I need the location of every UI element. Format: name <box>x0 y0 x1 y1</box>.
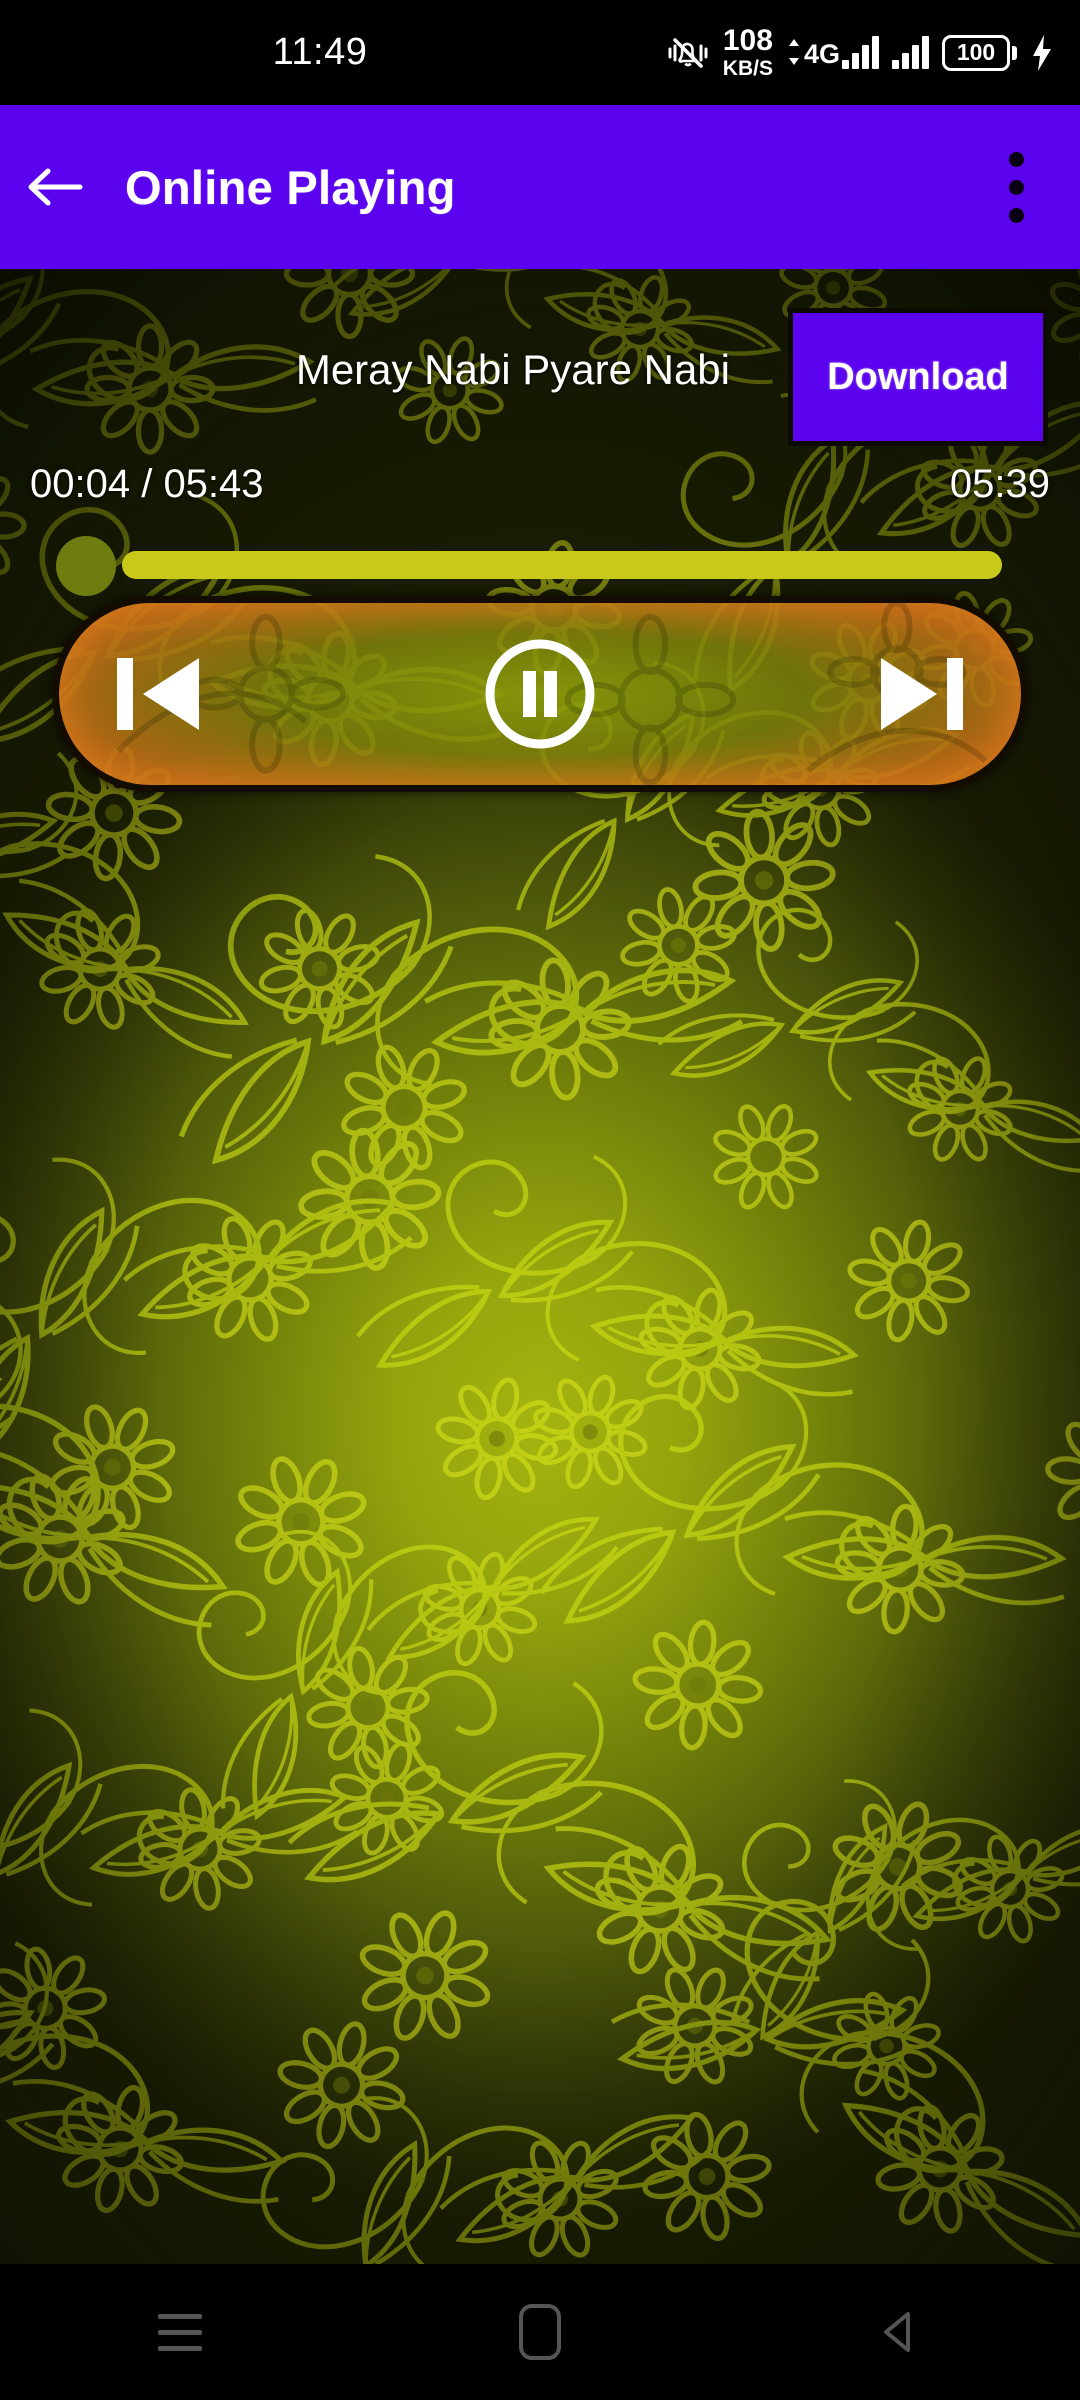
arrow-left-icon <box>28 168 83 206</box>
status-icons: 108 KB/S 4G 100 <box>666 0 1054 105</box>
app-bar: Online Playing <box>0 105 1080 269</box>
elapsed-duration-label: 00:04 / 05:43 <box>30 462 264 506</box>
download-button[interactable]: Download <box>788 308 1048 446</box>
seek-bar[interactable] <box>0 528 1080 600</box>
home-icon <box>519 2304 561 2360</box>
mobile-data-indicator: 4G <box>786 36 879 69</box>
time-labels: 00:04 / 05:43 05:39 <box>0 462 1080 522</box>
remaining-time-label: 05:39 <box>949 462 1050 506</box>
data-transfer-arrows-icon <box>786 37 802 67</box>
signal-bars-sim2-icon <box>892 36 929 69</box>
seek-track[interactable] <box>122 551 1002 579</box>
seek-thumb[interactable] <box>56 536 116 596</box>
battery-level-label: 100 <box>942 34 1010 71</box>
player-controls-panel <box>52 596 1028 792</box>
overflow-menu-button[interactable] <box>976 105 1056 269</box>
phone-screen: 11:49 108 KB/S 4G 100 Online Playing Mer… <box>0 0 1080 2400</box>
charging-bolt-icon <box>1030 33 1054 73</box>
song-title: Meray Nabi Pyare Nabi <box>295 346 730 393</box>
vibrate-off-icon <box>666 35 710 71</box>
battery-icon: 100 <box>942 34 1017 71</box>
status-bar: 11:49 108 KB/S 4G 100 <box>0 0 1080 105</box>
pause-icon <box>485 639 595 749</box>
network-speed-indicator: 108 KB/S <box>722 24 773 80</box>
battery-tip <box>1012 45 1017 60</box>
previous-button[interactable] <box>113 646 205 742</box>
recents-icon <box>158 2313 202 2351</box>
more-vertical-icon-dot <box>1008 179 1024 195</box>
back-button[interactable] <box>0 105 110 269</box>
nav-back-button[interactable] <box>810 2264 990 2400</box>
next-button[interactable] <box>875 646 967 742</box>
more-vertical-icon-dot <box>1008 151 1024 167</box>
nav-home-button[interactable] <box>450 2264 630 2400</box>
signal-bars-sim1-icon <box>842 36 879 69</box>
play-pause-button[interactable] <box>481 635 599 753</box>
more-vertical-icon-dot <box>1008 207 1024 223</box>
nav-recents-button[interactable] <box>90 2264 270 2400</box>
android-navigation-bar <box>0 2264 1080 2400</box>
page-title: Online Playing <box>125 160 456 214</box>
network-speed-value: 108 <box>722 24 773 57</box>
skip-next-icon <box>881 658 963 730</box>
back-triangle-icon <box>884 2312 910 2352</box>
network-generation-label: 4G <box>803 39 840 69</box>
network-speed-unit: KB/S <box>722 57 773 80</box>
skip-previous-icon <box>117 658 199 730</box>
